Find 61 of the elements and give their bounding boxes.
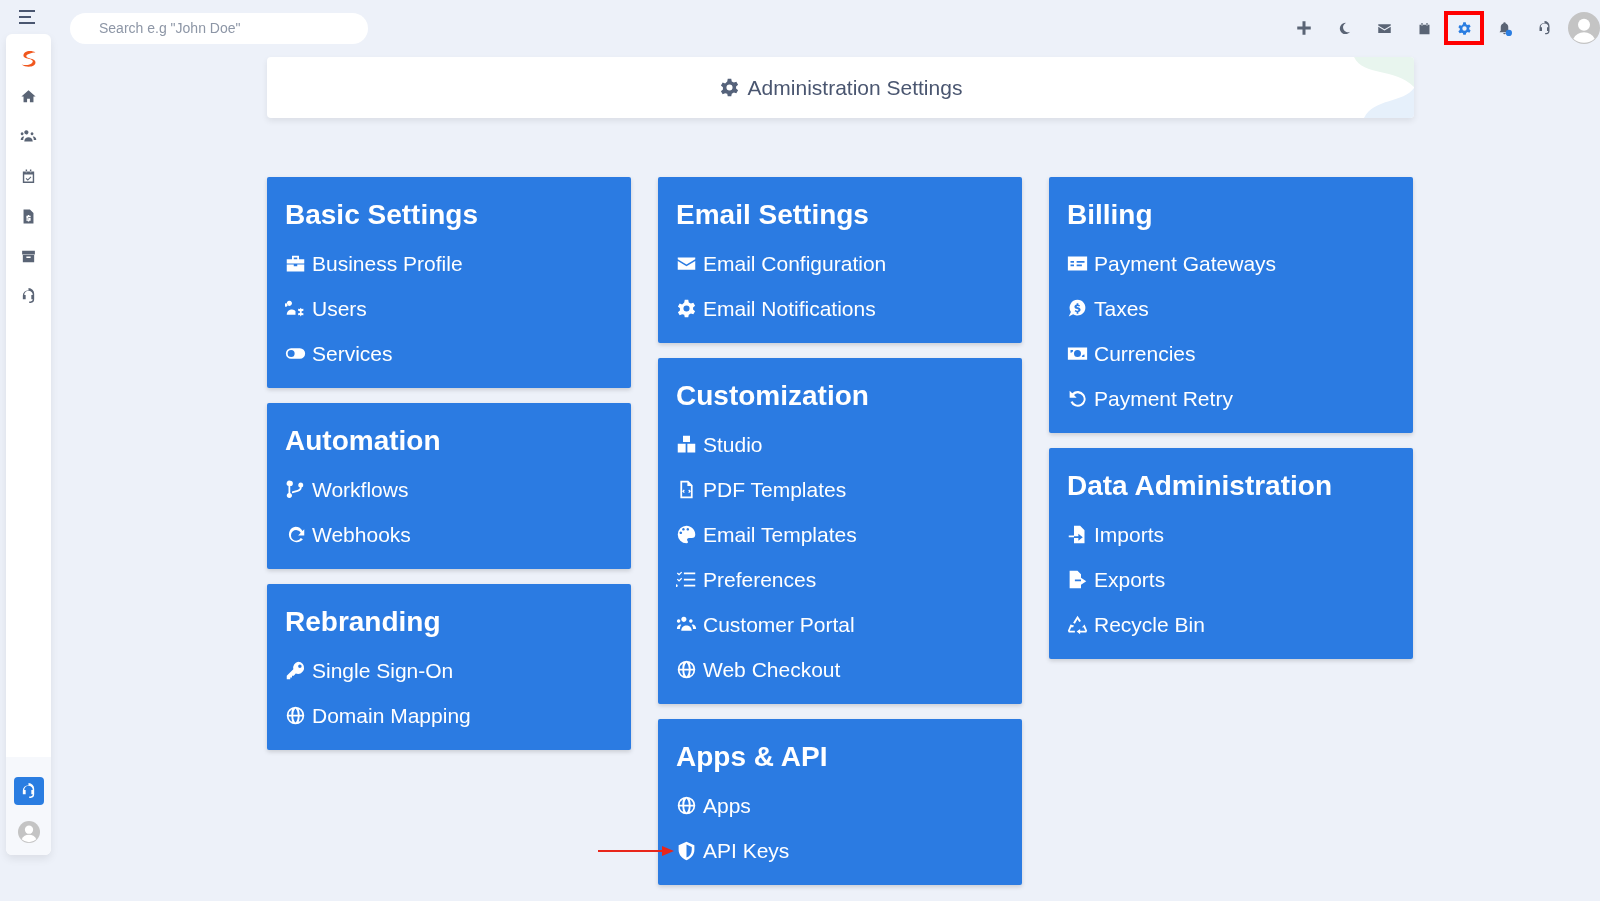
settings-link[interactable]: Email Templates bbox=[676, 512, 1004, 557]
file-export-icon bbox=[1067, 569, 1088, 590]
settings-link[interactable]: Apps bbox=[676, 783, 1004, 828]
key-icon bbox=[285, 660, 306, 681]
coin-icon bbox=[1067, 298, 1088, 319]
settings-link[interactable]: Imports bbox=[1067, 512, 1395, 557]
menu-icon[interactable] bbox=[19, 10, 35, 24]
globe-icon bbox=[285, 705, 306, 726]
settings-link[interactable]: Users bbox=[285, 286, 613, 331]
settings-link[interactable]: PDF Templates bbox=[676, 467, 1004, 512]
card-title: Apps & API bbox=[676, 741, 829, 773]
settings-link[interactable]: Services bbox=[285, 331, 613, 376]
settings-link[interactable]: Payment Gateways bbox=[1067, 241, 1395, 286]
settings-link[interactable]: Customer Portal bbox=[676, 602, 1004, 647]
home-icon bbox=[20, 87, 37, 105]
settings-link[interactable]: Recycle Bin bbox=[1067, 602, 1395, 647]
branch-icon bbox=[285, 479, 306, 500]
headset-icon bbox=[20, 782, 37, 800]
settings-link[interactable]: Workflows bbox=[285, 467, 613, 512]
palette-icon bbox=[676, 524, 697, 545]
settings-link[interactable]: Webhooks bbox=[285, 512, 613, 557]
settings-link[interactable]: Web Checkout bbox=[676, 647, 1004, 692]
briefcase-icon bbox=[285, 253, 306, 274]
settings-link[interactable]: Payment Retry bbox=[1067, 376, 1395, 421]
recycle-icon bbox=[1067, 614, 1088, 635]
settings-link[interactable]: Preferences bbox=[676, 557, 1004, 602]
settings-link[interactable]: Business Profile bbox=[285, 241, 613, 286]
shield-icon bbox=[676, 840, 697, 861]
settings-link[interactable]: Currencies bbox=[1067, 331, 1395, 376]
plus-icon bbox=[1295, 19, 1313, 37]
settings-link[interactable]: Taxes bbox=[1067, 286, 1395, 331]
gear-icon bbox=[1456, 20, 1472, 36]
blocks-icon bbox=[676, 434, 697, 455]
card-title: Billing bbox=[1067, 199, 1154, 231]
card-title: Automation bbox=[285, 425, 442, 457]
settings-link[interactable]: Exports bbox=[1067, 557, 1395, 602]
undo-icon bbox=[1067, 388, 1088, 409]
globe-icon bbox=[676, 795, 697, 816]
settings-link[interactable]: Studio bbox=[676, 422, 1004, 467]
calendar-check-icon bbox=[20, 167, 37, 185]
card-title: Rebranding bbox=[285, 606, 442, 638]
headset-icon bbox=[20, 287, 37, 305]
page-title: Administration Settings bbox=[747, 75, 963, 100]
list-icon bbox=[676, 569, 697, 590]
settings-link[interactable]: Email Notifications bbox=[676, 286, 1004, 331]
card-title: Basic Settings bbox=[285, 199, 479, 231]
settings-link[interactable]: Domain Mapping bbox=[285, 693, 613, 738]
settings-link[interactable]: API Keys bbox=[676, 828, 1004, 873]
nav-item[interactable] bbox=[13, 777, 44, 805]
toolbar-button[interactable] bbox=[1444, 11, 1484, 45]
settings-link[interactable]: Single Sign-On bbox=[285, 648, 613, 693]
globe-icon bbox=[676, 659, 697, 680]
card-title: Customization bbox=[676, 380, 870, 412]
users-gear-icon bbox=[285, 298, 306, 319]
card-title: Email Settings bbox=[676, 199, 870, 231]
card-title: Data Administration bbox=[1067, 470, 1333, 502]
gear-icon bbox=[676, 298, 697, 319]
settings-link[interactable]: Email Configuration bbox=[676, 241, 1004, 286]
file-import-icon bbox=[1067, 524, 1088, 545]
search-field[interactable]: Search e.g "John Doe" bbox=[70, 12, 368, 44]
gear-icon bbox=[718, 77, 740, 98]
